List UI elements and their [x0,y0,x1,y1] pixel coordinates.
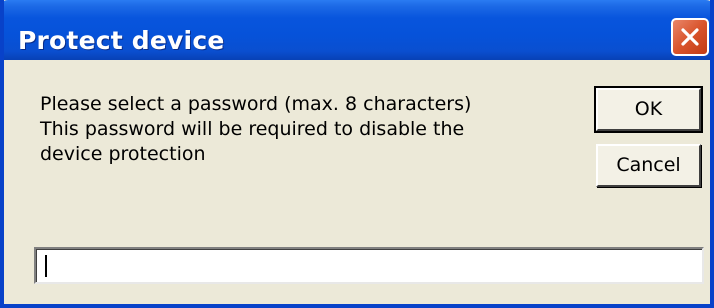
ok-button[interactable]: OK [594,86,703,133]
title-bar[interactable]: Protect device [4,0,710,60]
close-button[interactable] [671,18,709,56]
message-line: This password will be required to disabl… [40,118,465,140]
message-line: Please select a password (max. 8 charact… [40,93,472,115]
text-caret [45,255,47,277]
cancel-button[interactable]: Cancel [596,144,701,187]
password-input[interactable] [34,247,704,284]
dialog-title: Protect device [18,26,225,55]
message-line: device protection [40,143,206,165]
close-icon [681,28,699,46]
dialog-message: Please select a password (max. 8 charact… [40,92,471,167]
protect-device-dialog: Protect device Please select a password … [0,0,714,308]
